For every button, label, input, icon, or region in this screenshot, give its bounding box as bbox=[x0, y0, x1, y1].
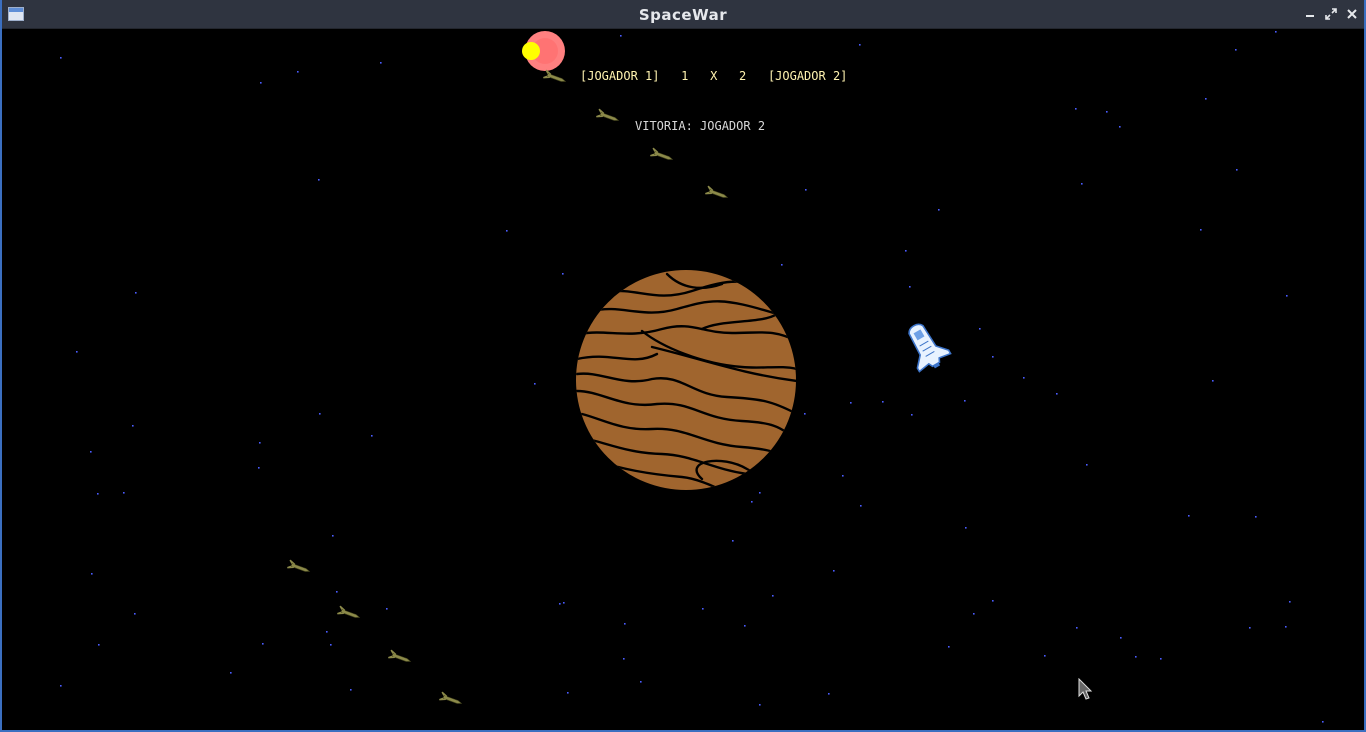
window-title: SpaceWar bbox=[638, 6, 728, 24]
missile-icon bbox=[543, 69, 567, 82]
spaceship-player-icon bbox=[908, 323, 952, 373]
mouse-cursor-icon bbox=[1078, 678, 1093, 700]
player1-label: [JOGADOR 1] bbox=[580, 69, 660, 83]
missile-icon bbox=[337, 605, 361, 618]
maximize-icon bbox=[1325, 8, 1337, 20]
missile-icon bbox=[705, 185, 729, 198]
close-button[interactable] bbox=[1344, 6, 1360, 22]
minimize-icon bbox=[1306, 15, 1314, 17]
missile-icon bbox=[650, 147, 674, 160]
player2-score: 2 bbox=[739, 69, 747, 83]
missile-trail-top bbox=[543, 69, 729, 198]
maximize-button[interactable] bbox=[1323, 6, 1339, 22]
player1-score: 1 bbox=[681, 69, 689, 83]
sun-icon bbox=[522, 31, 565, 71]
missile-icon bbox=[439, 691, 463, 704]
scene-layer bbox=[287, 31, 952, 704]
missile-icon bbox=[388, 649, 412, 662]
title-bar[interactable]: SpaceWar bbox=[2, 0, 1364, 29]
missile-icon bbox=[596, 108, 620, 121]
scoreboard: [JOGADOR 1] 1 X 2 [JOGADOR 2] bbox=[580, 69, 847, 83]
minimize-button[interactable] bbox=[1302, 6, 1318, 22]
planet bbox=[572, 266, 800, 494]
game-canvas[interactable]: [JOGADOR 1] 1 X 2 [JOGADOR 2] VITORIA: J… bbox=[2, 29, 1364, 730]
player2-label: [JOGADOR 2] bbox=[767, 69, 848, 83]
close-icon bbox=[1347, 9, 1357, 19]
missile-trail-bottom bbox=[287, 559, 463, 704]
game-window: SpaceWar [JOGADOR 1] 1 X 2 [JOGADOR 2] V… bbox=[0, 0, 1366, 732]
missile-icon bbox=[287, 559, 311, 572]
score-separator: X bbox=[710, 69, 718, 83]
victory-message: VITORIA: JOGADOR 2 bbox=[635, 119, 766, 133]
